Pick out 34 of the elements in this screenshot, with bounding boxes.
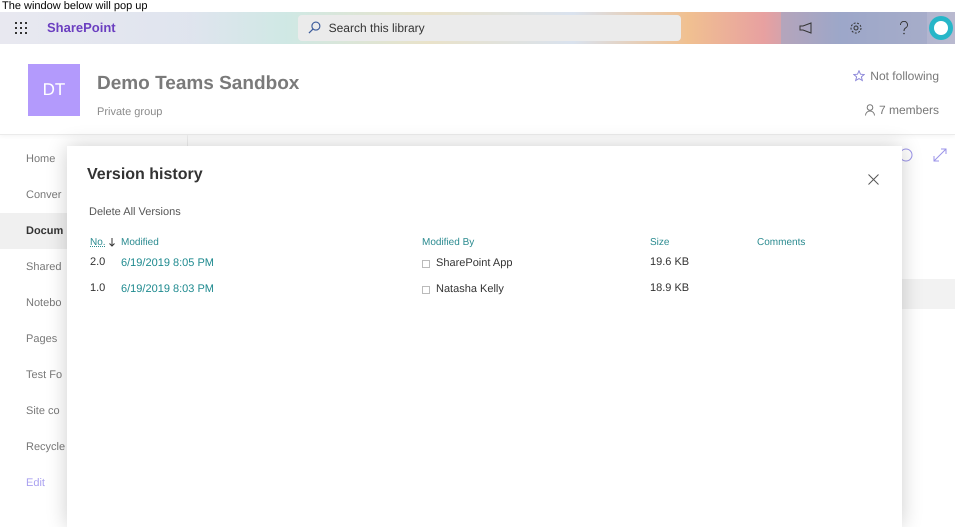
modified-link[interactable]: 6/19/2019 8:05 PM bbox=[121, 255, 422, 272]
modified-by: Natasha Kelly bbox=[436, 282, 504, 298]
column-header[interactable]: Modified bbox=[121, 235, 159, 250]
version-number: 1.0 bbox=[90, 280, 106, 296]
column-header[interactable]: Modified By bbox=[422, 235, 474, 250]
file-size: 18.9 KB bbox=[650, 280, 690, 296]
person-icon bbox=[864, 104, 875, 116]
members-button[interactable]: 7 members bbox=[864, 101, 939, 119]
caption: The window below will pop up bbox=[1, 0, 148, 12]
expand-icon[interactable] bbox=[933, 148, 947, 162]
search-field[interactable]: Search this library bbox=[298, 15, 681, 41]
column-header[interactable]: Size bbox=[650, 235, 670, 250]
dialog-title: Version history bbox=[87, 165, 203, 185]
file-size: 19.6 KB bbox=[650, 254, 690, 270]
delete-all-versions-button[interactable]: Delete All Versions bbox=[89, 204, 181, 220]
follow-button[interactable]: Not following bbox=[853, 67, 939, 85]
version-number: 2.0 bbox=[90, 254, 106, 270]
app-launcher-icon[interactable] bbox=[14, 21, 28, 35]
megaphone-icon[interactable] bbox=[799, 22, 813, 34]
help-icon[interactable] bbox=[899, 21, 909, 35]
column-header[interactable]: Comments bbox=[757, 235, 806, 250]
square-icon bbox=[422, 260, 430, 268]
site-title: Demo Teams Sandbox bbox=[97, 72, 300, 96]
column-header[interactable]: No. bbox=[90, 235, 106, 250]
modified-by: SharePoint App bbox=[436, 256, 512, 272]
site-subtitle: Private group bbox=[97, 105, 164, 120]
close-icon bbox=[868, 174, 878, 184]
search-icon bbox=[308, 21, 321, 34]
app-name[interactable]: SharePoint bbox=[47, 18, 116, 38]
modified-link[interactable]: 6/19/2019 8:03 PM bbox=[121, 281, 422, 298]
site-logo: DT bbox=[28, 64, 80, 116]
star-icon bbox=[853, 70, 866, 82]
settings-icon[interactable] bbox=[849, 21, 863, 35]
square-icon bbox=[422, 286, 430, 294]
